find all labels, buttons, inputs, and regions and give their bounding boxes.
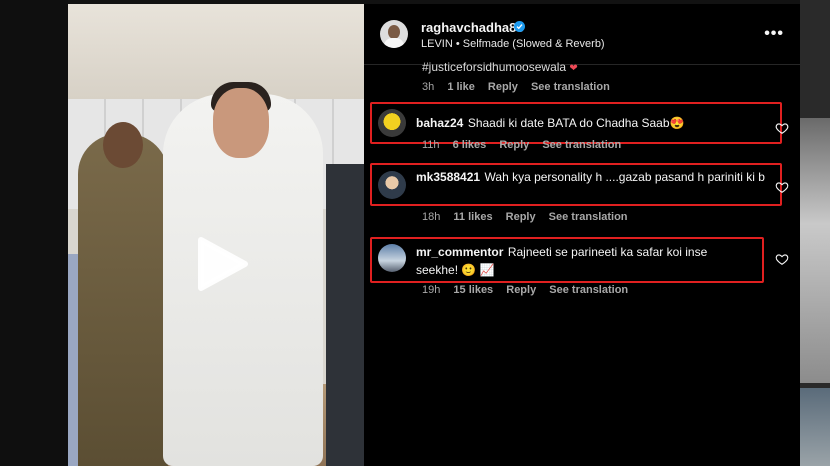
post-header: raghavchadha88 LEVIN • Selfmade (Slowed … xyxy=(364,4,800,65)
comment-meta: 11h 6 likes Reply See translation xyxy=(422,139,631,151)
comment-avatar[interactable] xyxy=(378,244,406,272)
left-backdrop xyxy=(0,0,68,466)
video-ceiling xyxy=(68,4,364,99)
comment-time: 3h xyxy=(422,81,435,93)
comment-text: Wah kya personality h ....gazab pasand h… xyxy=(484,170,765,184)
comment-item: mr_commentor Rajneeti se parineeti ka sa… xyxy=(370,237,764,283)
author-username[interactable]: raghavchadha88 xyxy=(421,20,524,35)
verified-badge-icon xyxy=(514,21,525,32)
heart-outline-icon[interactable] xyxy=(775,252,789,266)
heart-outline-icon[interactable] xyxy=(775,121,789,135)
reel-video[interactable] xyxy=(68,4,364,466)
comment-likes[interactable]: 11 likes xyxy=(453,211,492,223)
reply-link[interactable]: Reply xyxy=(506,284,536,296)
see-translation-link[interactable]: See translation xyxy=(542,139,621,151)
video-person-right xyxy=(326,164,364,466)
comment-username[interactable]: bahaz24 xyxy=(416,116,463,130)
adjacent-post-thumbnail[interactable] xyxy=(800,118,830,383)
comment-item: mk3588421 Wah kya personality h ....gaza… xyxy=(370,163,782,206)
comment-time: 19h xyxy=(422,284,441,296)
comment-item: bahaz24 Shaadi ki date BATA do Chadha Sa… xyxy=(370,102,782,144)
comment-time: 18h xyxy=(422,211,441,223)
adjacent-post-thumbnail-2[interactable] xyxy=(800,388,830,466)
reply-link[interactable]: Reply xyxy=(488,81,518,93)
comment-time: 11h xyxy=(422,139,440,151)
comment-meta: 19h 15 likes Reply See translation xyxy=(422,284,638,296)
right-backdrop xyxy=(800,0,830,466)
reply-link[interactable]: Reply xyxy=(506,211,536,223)
comment-avatar[interactable] xyxy=(378,109,406,137)
comment-likes[interactable]: 1 like xyxy=(447,81,475,93)
see-translation-link[interactable]: See translation xyxy=(549,211,628,223)
video-police-officer xyxy=(78,122,168,466)
heart-outline-icon[interactable] xyxy=(775,180,789,194)
heart-emoji-icon: ❤ xyxy=(569,63,578,74)
author-avatar[interactable] xyxy=(380,20,408,48)
comment-text: Shaadi ki date BATA do Chadha Saab😍 xyxy=(467,116,685,130)
reply-link[interactable]: Reply xyxy=(499,139,529,151)
play-icon[interactable] xyxy=(193,236,249,292)
previous-comment-meta: 3h 1 like Reply See translation xyxy=(422,81,620,93)
comment-likes[interactable]: 6 likes xyxy=(453,139,487,151)
comment-avatar[interactable] xyxy=(378,171,406,199)
audio-track[interactable]: LEVIN • Selfmade (Slowed & Reverb) xyxy=(421,38,605,50)
see-translation-link[interactable]: See translation xyxy=(549,284,628,296)
previous-comment-text: #justiceforsidhumoosewala ❤ xyxy=(422,60,578,74)
comment-meta: 18h 11 likes Reply See translation xyxy=(422,211,638,223)
more-options-icon[interactable]: ••• xyxy=(764,25,784,43)
comment-likes[interactable]: 15 likes xyxy=(453,284,493,296)
see-translation-link[interactable]: See translation xyxy=(531,81,610,93)
comment-username[interactable]: mr_commentor xyxy=(416,245,503,259)
comment-username[interactable]: mk3588421 xyxy=(416,170,480,184)
comments-panel: raghavchadha88 LEVIN • Selfmade (Slowed … xyxy=(364,4,800,466)
